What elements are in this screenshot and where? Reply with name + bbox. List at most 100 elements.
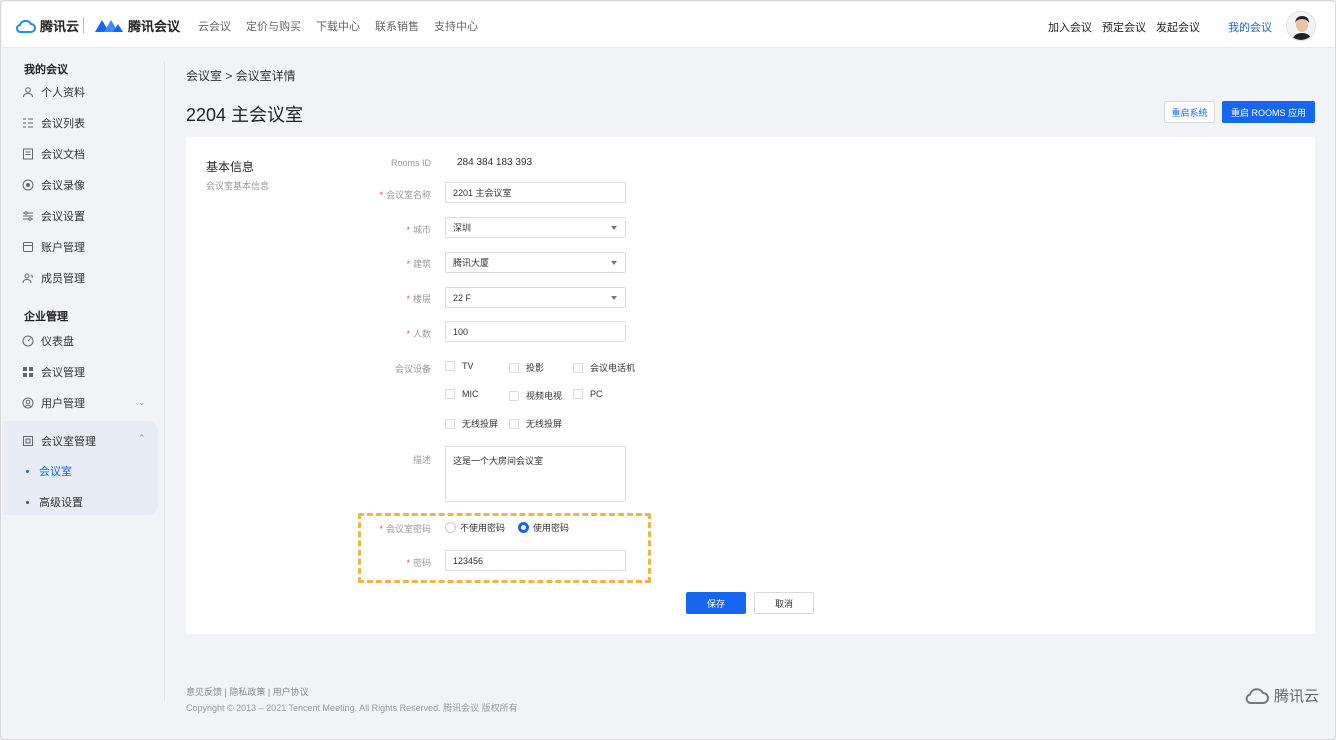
capacity-input[interactable]: 100 (445, 321, 626, 342)
radio-circle-selected (518, 522, 529, 533)
checkbox-box (509, 362, 519, 373)
required-mark: * (406, 329, 410, 339)
footer-logo-text: 腾讯云 (1274, 688, 1320, 705)
device-checkbox-wireless-2[interactable]: 无线投屏 (509, 417, 562, 430)
chevron-down-icon[interactable]: ⌄ (138, 397, 146, 408)
sidebar-item-user-manage[interactable]: 用户管理 (22, 395, 85, 411)
description-textarea[interactable]: 这是一个大房间会议室 (445, 446, 626, 502)
label-text: 人数 (412, 329, 431, 339)
floor-select[interactable]: 22 F (445, 287, 626, 308)
device-checkbox-phone[interactable]: 会议电话机 (573, 361, 635, 374)
sidebar-item-account[interactable]: 账户管理 (22, 239, 85, 255)
device-checkbox-projector[interactable]: 投影 (509, 361, 544, 374)
checkbox-box (573, 362, 583, 373)
room-icon (23, 436, 33, 446)
page-title: 2204 主会议室 (186, 105, 304, 125)
sidebar-subitem-rooms[interactable]: 会议室 (26, 463, 72, 479)
input-value: 123456 (453, 555, 484, 566)
sidebar-item-label: 用户管理 (41, 398, 85, 410)
restart-rooms-button[interactable]: 重启 ROOMS 应用 (1222, 101, 1315, 123)
save-button[interactable]: 保存 (686, 592, 746, 614)
account-icon (23, 242, 33, 252)
checkbox-label: MIC (462, 389, 479, 399)
checkbox-label: 会议电话机 (590, 363, 636, 373)
record-icon (22, 179, 34, 191)
nav-download[interactable]: 下载中心 (316, 18, 360, 34)
sidebar-item-dashboard[interactable]: 仪表盘 (22, 333, 74, 349)
my-meeting-link[interactable]: 我的会议 (1228, 19, 1272, 35)
sidebar-item-label: 会议文档 (41, 149, 85, 161)
meeting-logo-icon (95, 19, 123, 32)
sidebar-item-label: 个人资料 (41, 87, 85, 99)
sidebar-item-members[interactable]: 成员管理 (22, 270, 85, 286)
footer-links[interactable]: 意见反馈 | 隐私政策 | 用户协议 (186, 685, 309, 698)
tencent-meeting-logo[interactable]: 腾讯会议 (94, 16, 180, 35)
sidebar-item-meeting-manage[interactable]: 会议管理 (22, 364, 85, 380)
checkbox-label: 无线投屏 (462, 419, 499, 429)
device-checkbox-video-tv[interactable]: 视频电视 (509, 389, 562, 402)
user-circle-icon (22, 397, 34, 409)
nav-contact-sales[interactable]: 联系销售 (375, 18, 419, 34)
sidebar-item-meeting-docs[interactable]: 会议文档 (22, 146, 85, 162)
device-checkbox-wireless-1[interactable]: 无线投屏 (445, 417, 498, 430)
checkbox-box (509, 390, 519, 401)
meeting-logo-text: 腾讯会议 (128, 19, 181, 34)
checkbox-box (445, 418, 455, 429)
grid-icon (23, 367, 33, 377)
join-meeting-link[interactable]: 加入会议 (1048, 19, 1092, 35)
radio-no-password[interactable]: 不使用密码 (445, 521, 505, 534)
restart-system-button[interactable]: 重启系统 (1164, 101, 1215, 123)
building-select[interactable]: 腾讯大厦 (445, 252, 626, 273)
room-name-label: * 会议室名称 (311, 188, 431, 201)
required-mark: * (379, 190, 383, 200)
checkbox-box (445, 389, 455, 399)
radio-circle (445, 522, 456, 533)
user-avatar[interactable] (1286, 11, 1316, 41)
cloud-logo-text: 腾讯云 (40, 19, 80, 34)
section-title: 基本信息 (206, 160, 255, 174)
sidebar-item-room-manage[interactable]: 会议室管理 (22, 433, 96, 449)
city-select[interactable]: 深圳 (445, 217, 626, 238)
start-meeting-link[interactable]: 发起会议 (1156, 19, 1200, 35)
required-mark: * (406, 259, 410, 269)
tencent-cloud-logo[interactable]: 腾讯云 (16, 16, 79, 35)
textarea-value: 这是一个大房间会议室 (453, 456, 544, 466)
sidebar-item-label: 账户管理 (41, 242, 85, 254)
nav-pricing[interactable]: 定价与购买 (246, 18, 301, 34)
password-input[interactable]: 123456 (445, 550, 626, 571)
checkbox-label: 投影 (526, 363, 545, 373)
sidebar-item-meeting-settings[interactable]: 会议设置 (22, 208, 85, 224)
nav-cloud-meeting[interactable]: 云会议 (198, 18, 231, 34)
schedule-meeting-link[interactable]: 预定会议 (1102, 19, 1146, 35)
sidebar-item-label: 会议设置 (41, 211, 85, 223)
sidebar-item-recordings[interactable]: 会议录像 (22, 177, 85, 193)
room-name-input[interactable]: 2201 主会议室 (445, 182, 626, 203)
avatar-photo (1287, 12, 1315, 40)
label-text: 会议室名称 (385, 190, 431, 200)
breadcrumb[interactable]: 会议室 > 会议室详情 (186, 67, 296, 84)
device-checkbox-mic[interactable]: MIC (445, 389, 479, 399)
caret-down-icon (611, 261, 617, 265)
checkbox-box (445, 361, 455, 371)
sidebar-item-meeting-list[interactable]: 会议列表 (22, 115, 85, 131)
sidebar-item-label: 会议室管理 (41, 436, 96, 448)
label-text: 密码 (412, 558, 431, 568)
cancel-button[interactable]: 取消 (754, 592, 814, 614)
sidebar-item-label: 会议录像 (41, 180, 85, 192)
cloud-icon (16, 19, 36, 33)
sidebar-item-label: 会议管理 (41, 367, 85, 379)
sidebar-subitem-advanced[interactable]: 高级设置 (26, 494, 83, 510)
device-checkbox-pc[interactable]: PC (573, 389, 603, 399)
nav-support[interactable]: 支持中心 (434, 18, 478, 34)
sidebar-item-profile[interactable]: 个人资料 (22, 84, 85, 100)
sidebar-item-label: 仪表盘 (41, 336, 74, 348)
input-value: 100 (453, 326, 469, 337)
chevron-up-icon[interactable]: ⌃ (138, 433, 146, 444)
rooms-id-label: Rooms ID (311, 158, 431, 168)
radio-use-password[interactable]: 使用密码 (518, 521, 569, 534)
sidebar-item-label: 成员管理 (41, 273, 85, 285)
radio-label: 使用密码 (533, 523, 570, 533)
device-checkbox-tv[interactable]: TV (445, 361, 474, 371)
required-mark: * (406, 294, 410, 304)
section-subtitle: 会议室基本信息 (206, 181, 270, 191)
